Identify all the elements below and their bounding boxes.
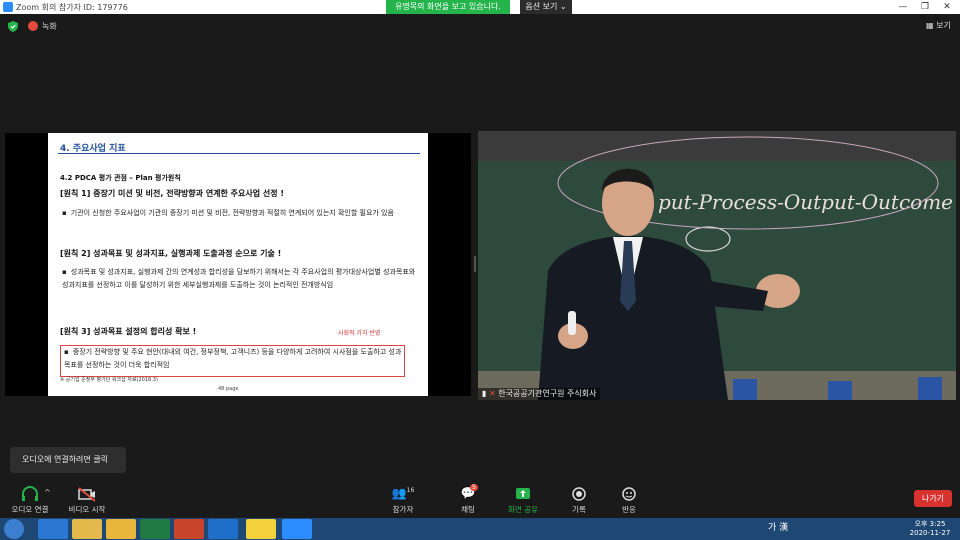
principle-2-bullet: 성과목표 및 성과지표, 실행과제 간의 연계성과 합리성을 담보하기 위해서는… bbox=[62, 266, 417, 292]
share-screen-button[interactable]: 화면 공유 bbox=[493, 486, 553, 515]
view-layout-button[interactable]: ▦ 보기 bbox=[926, 20, 951, 31]
audio-button[interactable]: 오디오 연결 bbox=[0, 486, 60, 515]
view-options-button[interactable]: 옵션 보기 ⌄ bbox=[520, 0, 572, 14]
audio-label: 오디오 연결 bbox=[11, 505, 49, 514]
participant-name-tag: ▮ ✕ 한국공공기관연구원 주식회사 bbox=[478, 388, 601, 400]
chat-badge: 5 bbox=[470, 484, 478, 491]
participants-label: 참가자 bbox=[392, 505, 414, 514]
record-label: 기록 bbox=[572, 505, 586, 514]
chrome-icon[interactable] bbox=[106, 519, 136, 539]
speaker-video[interactable]: put-Process-Output-Outcome ▮ ✕ 한국공공기관연구원… bbox=[478, 131, 956, 400]
principle-3: [원칙 3] 성과목표 설정의 합리성 확보 ! bbox=[60, 327, 197, 336]
meeting-top-strip bbox=[0, 14, 960, 40]
internet-explorer-icon[interactable] bbox=[38, 519, 68, 539]
pane-splitter-handle[interactable] bbox=[474, 256, 476, 272]
security-shield-icon[interactable] bbox=[8, 21, 18, 32]
screen-share-banner: 유명목의 화면을 보고 있습니다. bbox=[386, 0, 510, 14]
chat-label: 채팅 bbox=[461, 505, 475, 514]
excel-icon[interactable] bbox=[140, 519, 170, 539]
window-title: Zoom 회의 참가자 ID: 179776 bbox=[16, 3, 128, 12]
video-label: 비디오 시작 bbox=[68, 505, 106, 514]
audio-connect-tooltip[interactable]: 오디오에 연결하려면 클릭 bbox=[10, 447, 126, 473]
signal-icon: ▮ bbox=[482, 389, 487, 398]
clock-date: 2020-11-27 bbox=[909, 529, 951, 537]
video-frame: put-Process-Output-Outcome bbox=[478, 131, 956, 400]
recording-label: 녹화 bbox=[42, 22, 57, 31]
minimize-button[interactable]: — bbox=[892, 0, 914, 14]
participant-name: 한국공공기관연구원 주식회사 bbox=[498, 389, 597, 398]
mic-muted-icon: ✕ bbox=[488, 389, 496, 398]
ime-indicator[interactable]: 가 漢 bbox=[768, 520, 788, 533]
chat-button[interactable]: 💬 5 채팅 bbox=[438, 484, 498, 515]
leave-button[interactable]: 나가기 bbox=[914, 490, 952, 507]
start-button-icon[interactable] bbox=[4, 519, 24, 539]
shared-slide: 4. 주요사업 지표 4.2 PDCA 평가 관점 – Plan 평가원칙 [원… bbox=[48, 133, 428, 396]
record-icon bbox=[572, 487, 586, 501]
reactions-label: 반응 bbox=[622, 505, 636, 514]
reactions-icon bbox=[622, 487, 636, 501]
slide-subtitle: 4.2 PDCA 평가 관점 – Plan 평가원칙 bbox=[60, 174, 181, 182]
reactions-button[interactable]: 반응 bbox=[599, 486, 659, 515]
principle-1-bullet: 기관이 신청한 주요사업이 기관의 중장기 미션 및 비전, 전략방향과 적절히… bbox=[62, 207, 417, 220]
slide-page-number: 48 page bbox=[218, 386, 239, 392]
kakaotalk-icon[interactable] bbox=[246, 519, 276, 539]
principle-1: [원칙 1] 중장기 미션 및 비전, 전략방향과 연계한 주요사업 선정 ! bbox=[60, 189, 285, 198]
participants-count: 16 bbox=[406, 487, 415, 494]
social-value-note: 사회적 가치 반영 bbox=[338, 330, 381, 337]
share-label: 화면 공유 bbox=[508, 505, 538, 514]
system-clock[interactable]: 오후 3:25 2020-11-27 bbox=[908, 520, 952, 538]
video-off-icon bbox=[78, 487, 96, 502]
outlook-icon[interactable] bbox=[208, 519, 238, 539]
participants-button[interactable]: 👥16 참가자 bbox=[373, 486, 433, 515]
zoom-taskbar-icon[interactable] bbox=[282, 519, 312, 539]
recording-icon[interactable] bbox=[28, 21, 38, 31]
slide-title-rule bbox=[58, 153, 420, 154]
chat-icon: 💬 5 bbox=[460, 484, 478, 500]
board-text: put-Process-Output-Outcome bbox=[658, 190, 953, 214]
slide-footnote: ※ 공기업 준정부 평가단 워크샵 자료(2018.3) bbox=[60, 377, 158, 383]
close-button[interactable]: ✕ bbox=[936, 0, 958, 14]
video-button[interactable]: 비디오 시작 bbox=[57, 486, 117, 515]
clock-time: 오후 3:25 bbox=[914, 520, 946, 528]
principle-3-bullet: 중장기 전략방향 및 주요 현안(대내외 여건, 정부정책, 고객니즈) 등을 … bbox=[64, 346, 404, 372]
share-screen-icon bbox=[516, 488, 530, 499]
audio-options-chevron-icon[interactable]: ^ bbox=[44, 488, 51, 497]
restore-button[interactable]: ❐ bbox=[914, 0, 936, 14]
file-explorer-icon[interactable] bbox=[72, 519, 102, 539]
zoom-logo-icon bbox=[3, 2, 13, 12]
principle-2: [원칙 2] 성과목표 및 성과지표, 실행과제 도출과정 순으로 기술 ! bbox=[60, 249, 282, 258]
participants-icon: 👥16 bbox=[391, 486, 415, 500]
powerpoint-icon[interactable] bbox=[174, 519, 204, 539]
view-label: 보기 bbox=[936, 21, 951, 30]
headphones-icon bbox=[22, 486, 38, 501]
